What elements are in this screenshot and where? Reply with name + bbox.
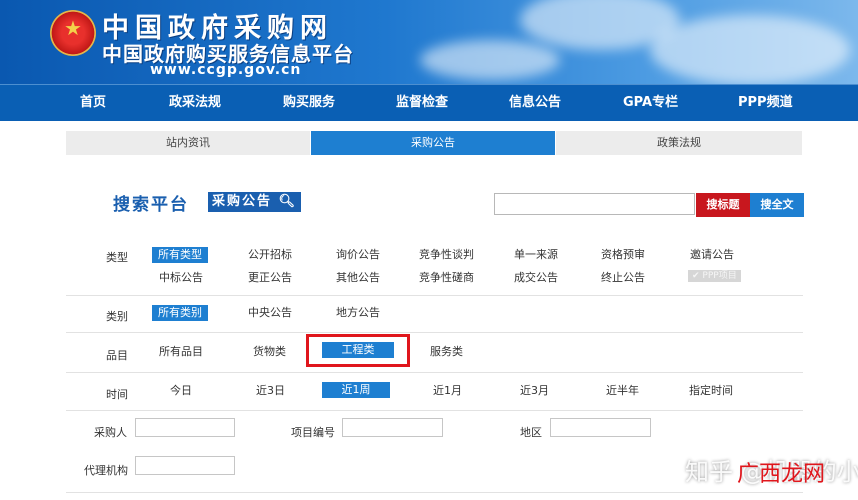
watermark-overlay: 广西龙网 (737, 462, 826, 487)
purchaser-label: 采购人 (94, 426, 127, 439)
site-url: www.ccgp.gov.cn (150, 62, 302, 78)
type-option-competitive-consultation[interactable]: 竞争性磋商 (419, 270, 474, 286)
item-option-goods[interactable]: 货物类 (253, 344, 286, 360)
search-fulltext-button[interactable]: 搜全文 (750, 193, 804, 217)
tab-procurement-notice[interactable]: 采购公告 (311, 131, 555, 155)
main-nav: 首页 政采法规 购买服务 监督检查 信息公告 GPA专栏 PPP频道 (0, 84, 858, 121)
item-label: 品目 (106, 349, 128, 362)
nav-item-gpa[interactable]: GPA专栏 (623, 85, 678, 121)
type-option-inquiry[interactable]: 询价公告 (336, 247, 380, 263)
search-input[interactable] (494, 193, 695, 215)
time-label: 时间 (106, 388, 128, 401)
agency-label: 代理机构 (84, 464, 128, 477)
banner-cloud (650, 15, 850, 84)
nav-item-ppp[interactable]: PPP频道 (738, 85, 793, 121)
type-option-correction[interactable]: 更正公告 (248, 270, 292, 286)
time-option-custom[interactable]: 指定时间 (689, 383, 733, 399)
divider (66, 492, 803, 493)
nav-item-announcements[interactable]: 信息公告 (509, 85, 561, 121)
search-platform-logo: 搜索平台 (113, 195, 189, 215)
project-number-input[interactable] (342, 418, 443, 437)
time-option-1week[interactable]: 近1周 (322, 382, 390, 398)
highlight-box (306, 334, 410, 367)
agency-input[interactable] (135, 456, 235, 475)
type-label: 类型 (106, 251, 128, 264)
item-option-all[interactable]: 所有品目 (159, 344, 203, 360)
ppp-label: PPP项目 (702, 271, 737, 281)
time-option-today[interactable]: 今日 (170, 383, 192, 399)
time-option-3months[interactable]: 近3月 (520, 383, 549, 399)
tab-site-news[interactable]: 站内资讯 (66, 131, 310, 155)
type-option-invitation[interactable]: 邀请公告 (690, 247, 734, 263)
sub-tabs: 站内资讯 采购公告 政策法规 (66, 131, 802, 155)
type-option-termination[interactable]: 终止公告 (601, 270, 645, 286)
search-badge-label: 采购公告 (212, 194, 273, 209)
site-banner: ★ 中国政府采购网 中国政府购买服务信息平台 www.ccgp.gov.cn (0, 0, 858, 84)
search-platform-badge: 采购公告 🔍︎ (208, 192, 302, 212)
type-option-single-source[interactable]: 单一来源 (514, 247, 558, 263)
category-option-all[interactable]: 所有类别 (152, 305, 208, 321)
divider (66, 410, 803, 411)
item-option-service[interactable]: 服务类 (430, 344, 463, 360)
star-icon: ★ (64, 16, 82, 40)
divider (66, 372, 803, 373)
nav-item-supervision[interactable]: 监督检查 (396, 85, 448, 121)
national-emblem-icon: ★ (50, 10, 96, 56)
category-option-central[interactable]: 中央公告 (248, 305, 292, 321)
category-label: 类别 (106, 310, 128, 323)
nav-item-purchase-service[interactable]: 购买服务 (283, 85, 335, 121)
tab-policy-regulations[interactable]: 政策法规 (556, 131, 802, 155)
type-option-ppp: ✔ PPP项目 (688, 270, 741, 282)
type-option-award[interactable]: 中标公告 (159, 270, 203, 286)
category-option-local[interactable]: 地方公告 (336, 305, 380, 321)
region-label: 地区 (520, 426, 542, 439)
time-option-1month[interactable]: 近1月 (433, 383, 462, 399)
banner-cloud (420, 40, 560, 80)
nav-item-regulations[interactable]: 政采法规 (169, 85, 221, 121)
check-icon: ✔ (692, 271, 700, 281)
nav-item-home[interactable]: 首页 (80, 85, 106, 121)
divider (66, 295, 803, 296)
search-icon: 🔍︎ (278, 194, 298, 209)
time-option-3days[interactable]: 近3日 (256, 383, 285, 399)
project-number-label: 项目编号 (291, 426, 335, 439)
type-option-deal[interactable]: 成交公告 (514, 270, 558, 286)
purchaser-input[interactable] (135, 418, 235, 437)
divider (66, 332, 803, 333)
search-title-button[interactable]: 搜标题 (696, 193, 750, 217)
time-option-half-year[interactable]: 近半年 (606, 383, 639, 399)
region-input[interactable] (550, 418, 651, 437)
type-option-other[interactable]: 其他公告 (336, 270, 380, 286)
type-option-all[interactable]: 所有类型 (152, 247, 208, 263)
type-option-prequalification[interactable]: 资格预审 (601, 247, 645, 263)
type-option-open-tender[interactable]: 公开招标 (248, 247, 292, 263)
type-option-competitive-negotiation[interactable]: 竞争性谈判 (419, 247, 474, 263)
